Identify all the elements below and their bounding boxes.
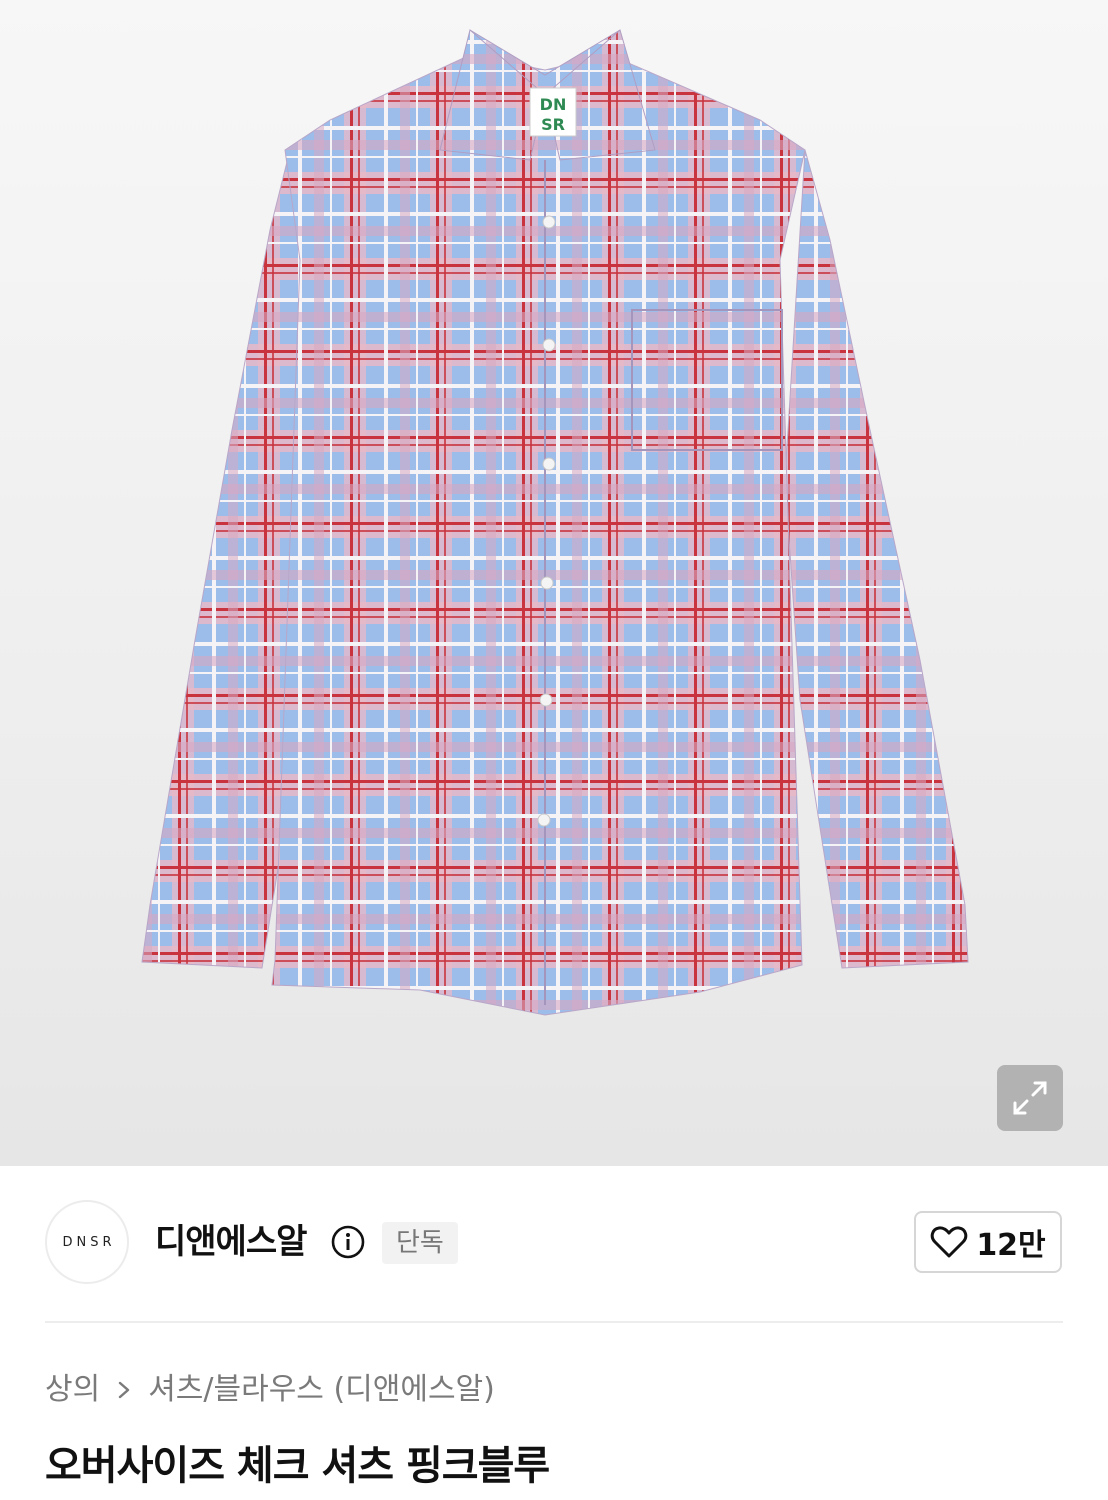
shirt-label-line2: SR bbox=[541, 115, 565, 134]
breadcrumb-category[interactable]: 상의 bbox=[45, 1370, 100, 1410]
like-button[interactable]: 12만 bbox=[914, 1211, 1062, 1273]
heart-icon bbox=[931, 1226, 968, 1258]
expand-image-button[interactable] bbox=[997, 1065, 1063, 1131]
product-title: 오버사이즈 체크 셔츠 핑크블루 bbox=[45, 1443, 550, 1489]
brand-logo[interactable]: DNSR bbox=[45, 1200, 129, 1284]
breadcrumb-subcategory[interactable]: 셔츠/블라우스 (디앤에스알) bbox=[148, 1370, 495, 1410]
divider bbox=[45, 1321, 1063, 1323]
info-icon[interactable] bbox=[331, 1225, 365, 1259]
product-image: DN SR bbox=[141, 29, 969, 1016]
chevron-right-icon bbox=[119, 1381, 130, 1399]
exclusive-badge: 단독 bbox=[382, 1222, 458, 1264]
shirt-label-line1: DN bbox=[540, 95, 567, 114]
breadcrumb: 상의 셔츠/블라우스 (디앤에스알) bbox=[45, 1370, 495, 1410]
expand-icon bbox=[1013, 1081, 1047, 1115]
product-image-area: DN SR bbox=[0, 0, 1108, 1166]
like-count: 12만 bbox=[976, 1228, 1046, 1263]
brand-name[interactable]: 디앤에스알 bbox=[155, 1222, 307, 1262]
brand-row: DNSR 디앤에스알 단독 12만 bbox=[0, 1166, 1108, 1322]
